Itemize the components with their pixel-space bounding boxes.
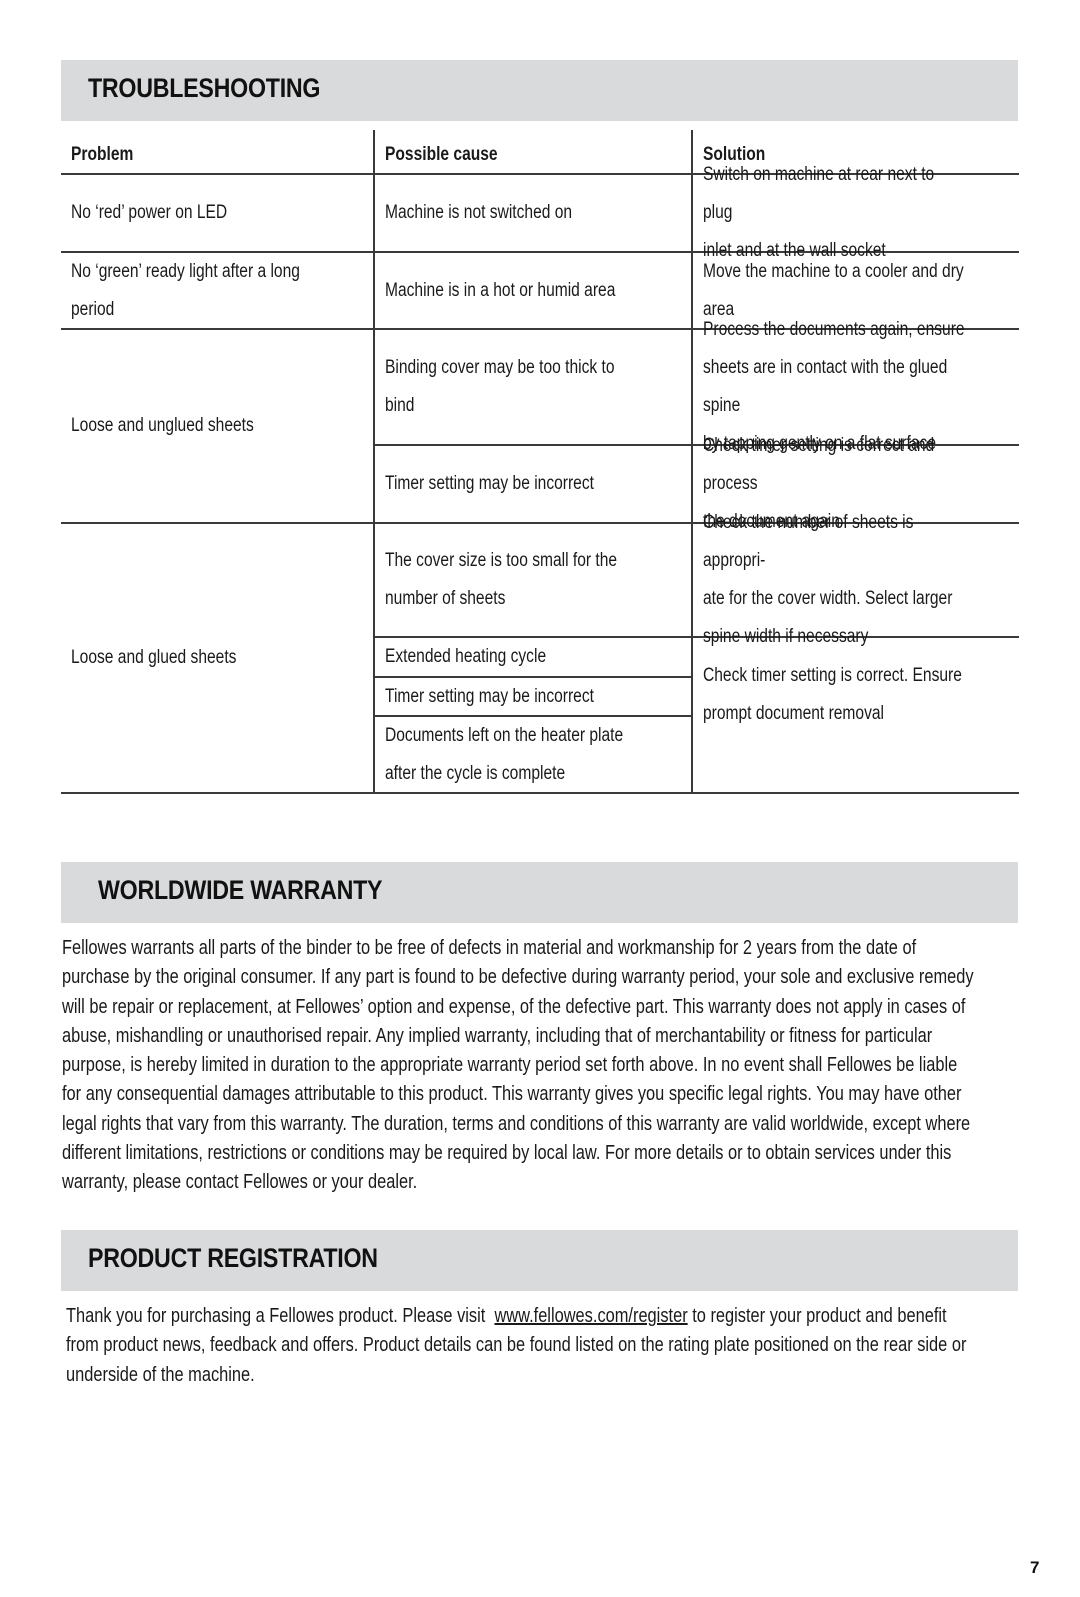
warranty-line: for any consequential damages attributab… [62,1083,962,1106]
problem-cell: Loose and glued sheets [71,647,237,668]
cause-cell: The cover size is too small for the numb… [385,550,618,609]
registration-paragraph: Thank you for purchasing a Fellowes prod… [66,1302,993,1390]
column-header-problem: Problem [71,144,134,165]
column-header-cause: Possible cause [385,144,498,165]
problem-cell: Loose and unglued sheets [71,415,254,436]
warranty-title: WORLDWIDE WARRANTY [98,875,383,905]
warranty-line: purpose, is hereby limited in duration t… [62,1054,958,1077]
warranty-line: will be repair or replacement, at Fellow… [62,995,966,1018]
cause-cell: Machine is not switched on [385,202,573,223]
problem-cell: No ‘red’ power on LED [71,202,228,223]
troubleshooting-table: Problem Possible cause Solution No ‘red’… [0,0,1080,820]
registration-line: Thank you for purchasing a Fellowes prod… [66,1302,993,1331]
warranty-line: Fellowes warrants all parts of the binde… [62,937,917,959]
warranty-paragraph: Fellowes warrants all parts of the binde… [62,934,989,1198]
warranty-line: different limitations, restrictions or c… [62,1142,952,1165]
registration-title: PRODUCT REGISTRATION [88,1243,378,1273]
problem-cell: No ‘green’ ready light after a long peri… [71,261,300,320]
registration-line: underside of the machine. [66,1363,255,1386]
cause-cell: Documents left on the heater plate after… [385,725,624,784]
cause-cell: Machine is in a hot or humid area [385,280,616,301]
registration-header-band: PRODUCT REGISTRATION [61,1230,1018,1291]
column-divider [373,130,375,794]
page-number: 7 [1030,1558,1040,1577]
column-divider [691,130,693,794]
register-link[interactable]: www.fellowes.com/register [494,1305,687,1327]
solution-cell: Switch on machine at rear next to plug i… [703,164,935,261]
cause-cell: Extended heating cycle [385,646,547,667]
solution-cell: Check the number of sheets is appropri- … [703,512,953,647]
warranty-header-band: WORLDWIDE WARRANTY [61,862,1018,923]
cause-cell: Timer setting may be incorrect [385,686,594,707]
cause-cell: Timer setting may be incorrect [385,473,594,494]
registration-text: Thank you for purchasing a Fellowes prod… [66,1305,490,1327]
cause-cell: Binding cover may be too thick to bind [385,357,615,416]
registration-text: to register your product and benefit [687,1305,947,1327]
warranty-line: warranty, please contact Fellowes or you… [62,1171,418,1194]
warranty-line: legal rights that vary from this warrant… [62,1112,971,1135]
warranty-line: purchase by the original consumer. If an… [62,966,974,989]
solution-cell: Check timer setting is correct. Ensure p… [703,665,962,724]
registration-line: from product news, feedback and offers. … [66,1334,967,1357]
warranty-line: abuse, mishandling or unauthorised repai… [62,1024,933,1047]
